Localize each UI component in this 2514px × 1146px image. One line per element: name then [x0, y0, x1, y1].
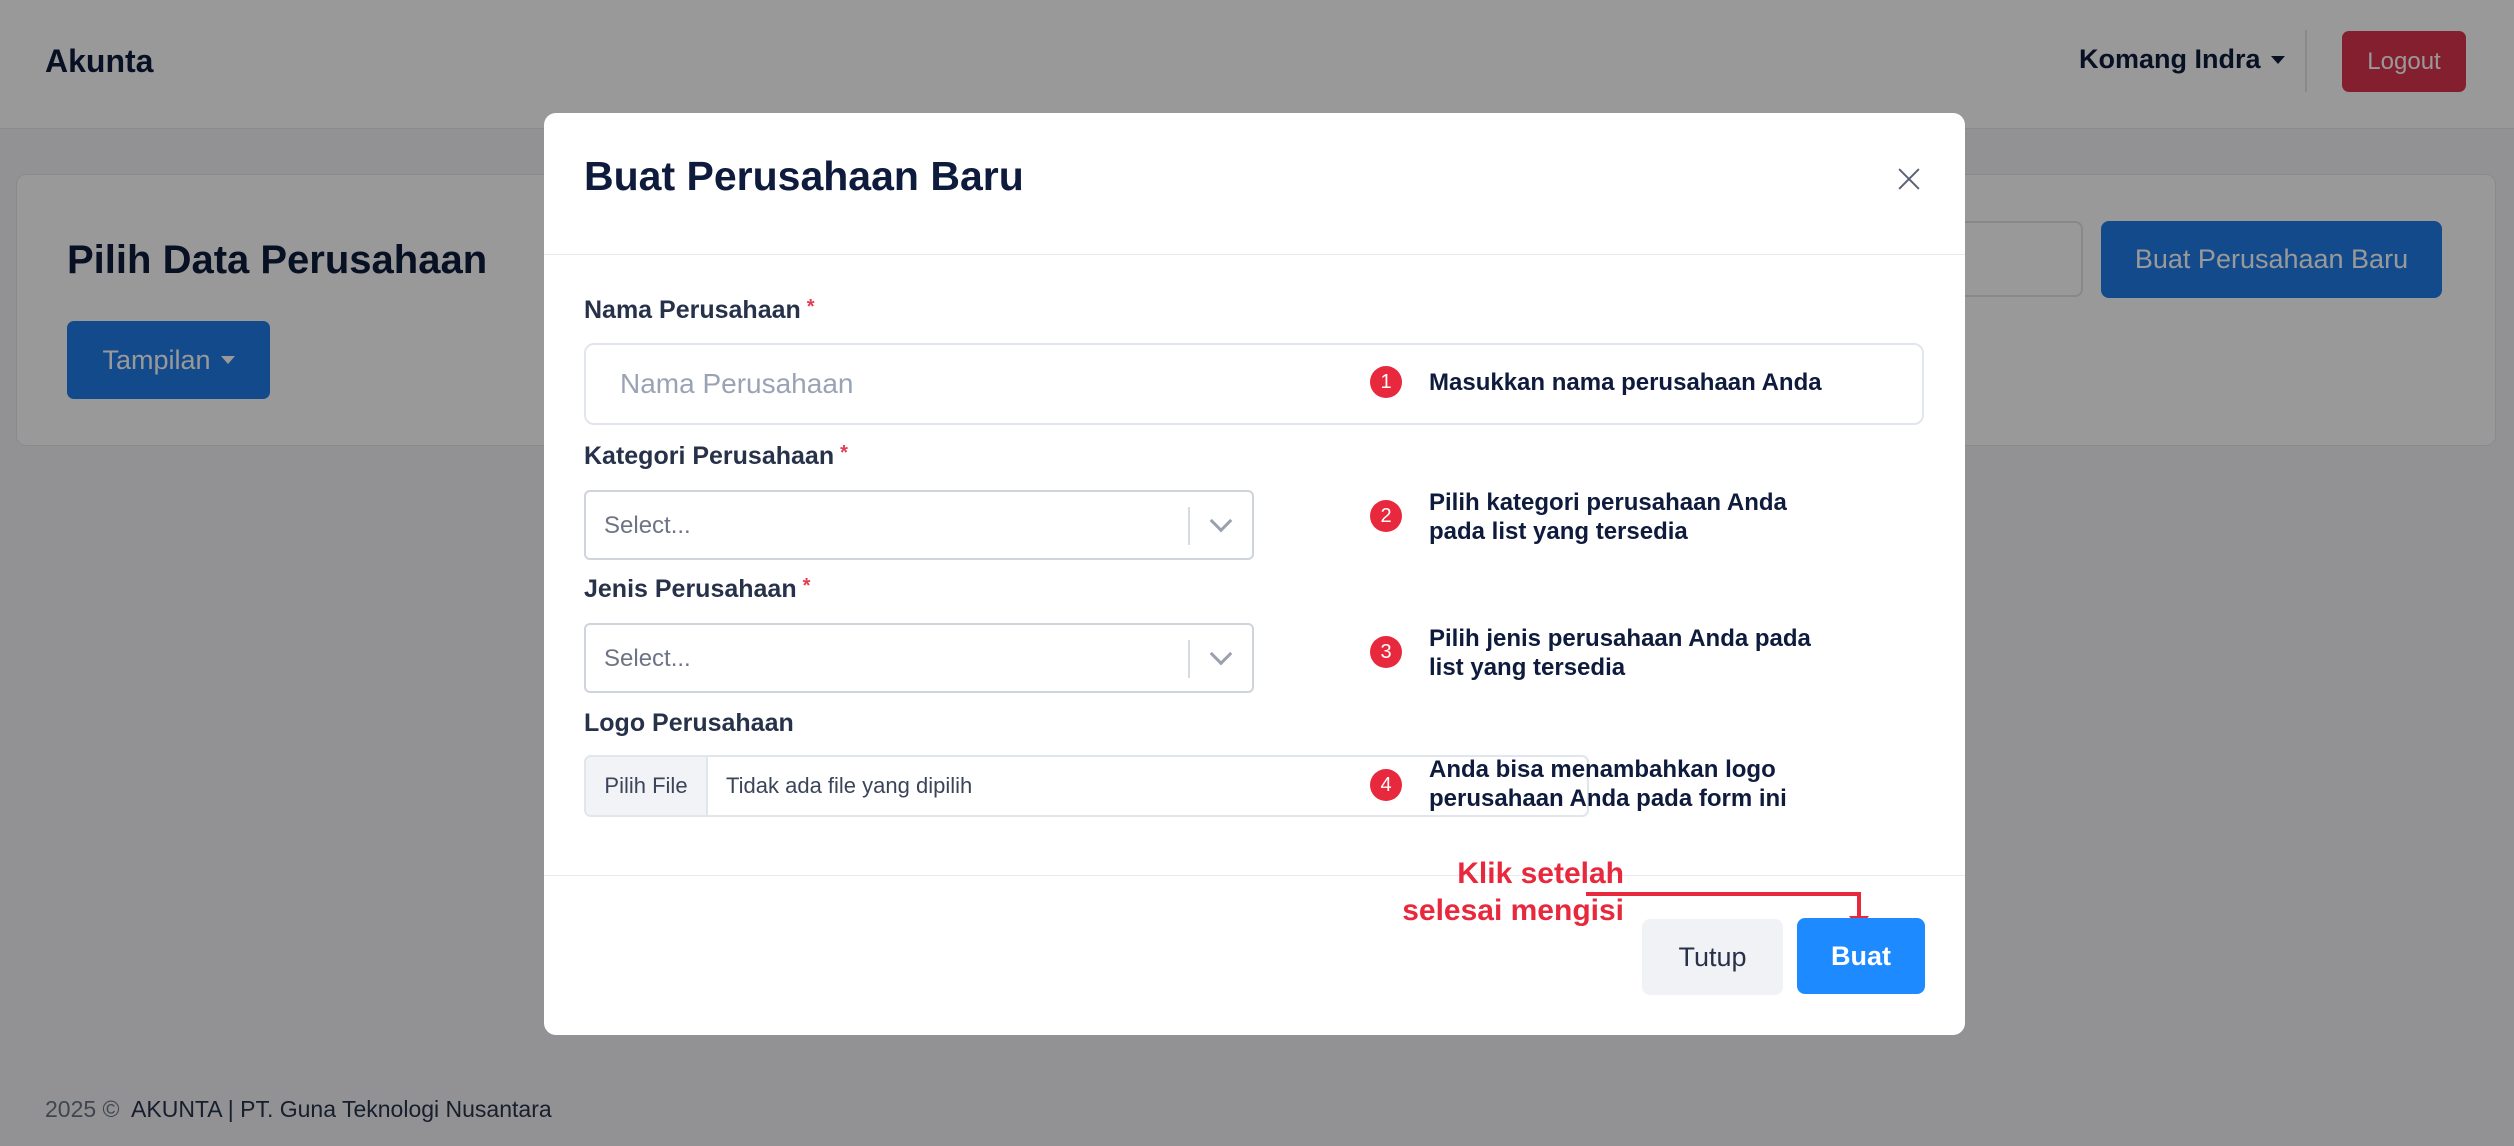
company-name-label: Nama Perusahaan * [584, 296, 815, 325]
choose-file-button[interactable]: Pilih File [586, 757, 708, 815]
submit-hint: Klik setelah selesai mengisi [1264, 855, 1624, 929]
company-type-label-text: Jenis Perusahaan [584, 575, 797, 603]
modal-title: Buat Perusahaan Baru [584, 153, 1024, 199]
modal-header-divider [544, 254, 1965, 255]
select-placeholder: Select... [604, 645, 691, 672]
required-mark: * [802, 575, 811, 597]
required-mark: * [806, 296, 815, 318]
company-type-label: Jenis Perusahaan * [584, 575, 810, 604]
select-separator [1188, 640, 1190, 678]
create-button[interactable]: Buat [1797, 918, 1925, 994]
step-note-4-line1: Anda bisa menambahkan logo [1429, 756, 1776, 783]
modal-footer-divider [544, 875, 1965, 876]
submit-hint-line1: Klik setelah [1457, 857, 1624, 890]
create-company-modal: Buat Perusahaan Baru Nama Perusahaan * Na… [544, 113, 1965, 1035]
chevron-down-icon[interactable] [1209, 642, 1233, 666]
step-note-2-line2: pada list yang tersedia [1429, 518, 1688, 545]
company-logo-label: Logo Perusahaan [584, 709, 794, 737]
step-badge-4: 4 [1370, 769, 1402, 801]
select-placeholder: Select... [604, 512, 691, 539]
required-mark: * [840, 442, 848, 464]
company-category-label-text: Kategori Perusahaan [584, 442, 835, 470]
hint-arrow-horizontal [1586, 892, 1861, 896]
file-status-text: Tidak ada file yang dipilih [726, 773, 973, 798]
step-note-2: Pilih kategori perusahaan Anda pada list… [1429, 488, 1859, 546]
step-note-3-line2: list yang tersedia [1429, 654, 1626, 681]
company-category-label: Kategori Perusahaan * [584, 442, 848, 471]
step-note-1: Masukkan nama perusahaan Anda [1429, 369, 1822, 396]
step-note-3: Pilih jenis perusahaan Anda pada list ya… [1429, 624, 1859, 682]
step-note-4: Anda bisa menambahkan logo perusahaan An… [1429, 755, 1859, 813]
step-badge-1: 1 [1370, 366, 1402, 398]
step-note-2-line1: Pilih kategori perusahaan Anda [1429, 489, 1787, 516]
step-badge-2: 2 [1370, 500, 1402, 532]
chevron-down-icon[interactable] [1209, 509, 1233, 533]
close-button[interactable]: Tutup [1642, 919, 1783, 995]
step-note-3-line1: Pilih jenis perusahaan Anda pada [1429, 625, 1811, 652]
close-icon[interactable] [1894, 165, 1924, 195]
hint-arrow-vertical [1857, 892, 1861, 918]
company-type-select[interactable]: Select... [584, 623, 1254, 693]
step-note-4-line2: perusahaan Anda pada form ini [1429, 785, 1787, 812]
company-category-select[interactable]: Select... [584, 490, 1254, 560]
select-separator [1188, 507, 1190, 545]
submit-hint-line2: selesai mengisi [1402, 894, 1624, 927]
step-badge-3: 3 [1370, 636, 1402, 668]
company-name-label-text: Nama Perusahaan [584, 296, 801, 324]
